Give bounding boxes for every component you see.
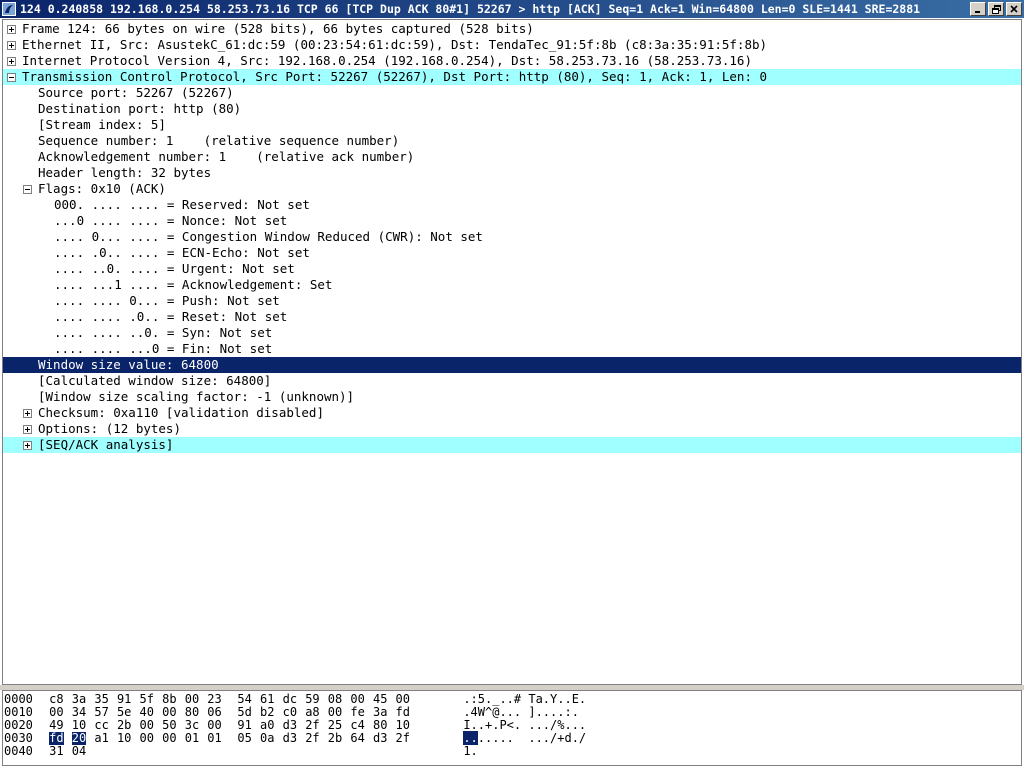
- tree-row[interactable]: Ethernet II, Src: AsustekC_61:dc:59 (00:…: [3, 37, 1021, 53]
- expand-plus-icon[interactable]: [7, 25, 16, 34]
- tree-row-label: .... .... ...0 = Fin: Not set: [54, 341, 273, 356]
- tree-row[interactable]: .... .... .0.. = Reset: Not set: [3, 309, 1021, 325]
- hex-ascii[interactable]: 1.: [463, 745, 477, 758]
- tree-row-label: Source port: 52267 (52267): [38, 85, 234, 100]
- hex-byte[interactable]: 31: [49, 745, 63, 758]
- tree-row-label: Transmission Control Protocol, Src Port:…: [22, 69, 768, 84]
- hex-byte[interactable]: 0a: [260, 732, 274, 745]
- tree-row-label: ...0 .... .... = Nonce: Not set: [54, 213, 288, 228]
- expand-plus-icon[interactable]: [23, 409, 32, 418]
- wireshark-fin-icon[interactable]: [2, 2, 16, 16]
- ascii-selection: ..: [463, 731, 478, 745]
- tree-row-label: .... .... .0.. = Reset: Not set: [54, 309, 288, 324]
- title-bar: 124 0.240858 192.168.0.254 58.253.73.16 …: [0, 0, 1024, 18]
- tree-row[interactable]: .... .0.. .... = ECN-Echo: Not set: [3, 245, 1021, 261]
- tree-row[interactable]: Source port: 52267 (52267): [3, 85, 1021, 101]
- tree-row-label: .... .... ..0. = Syn: Not set: [54, 325, 273, 340]
- close-icon[interactable]: [1006, 2, 1022, 16]
- tree-row[interactable]: .... .... ...0 = Fin: Not set: [3, 341, 1021, 357]
- expand-plus-icon[interactable]: [7, 57, 16, 66]
- tree-row[interactable]: Sequence number: 1 (relative sequence nu…: [3, 133, 1021, 149]
- hex-byte[interactable]: 00: [162, 732, 176, 745]
- hex-byte[interactable]: 01: [185, 732, 199, 745]
- tree-row[interactable]: Destination port: http (80): [3, 101, 1021, 117]
- tree-row[interactable]: Window size value: 64800: [3, 357, 1021, 373]
- tree-row[interactable]: [Window size scaling factor: -1 (unknown…: [3, 389, 1021, 405]
- hex-byte[interactable]: 2f: [396, 732, 410, 745]
- tree-row-label: Frame 124: 66 bytes on wire (528 bits), …: [22, 21, 534, 36]
- restore-icon[interactable]: [988, 2, 1004, 16]
- tree-row[interactable]: [Calculated window size: 64800]: [3, 373, 1021, 389]
- tree-row[interactable]: Options: (12 bytes): [3, 421, 1021, 437]
- hex-byte[interactable]: a1: [94, 732, 108, 745]
- tree-row-label: Window size value: 64800: [38, 357, 219, 372]
- tree-row-label: .... 0... .... = Congestion Window Reduc…: [54, 229, 483, 244]
- hex-byte[interactable]: 05: [237, 732, 251, 745]
- tree-row-label: [Calculated window size: 64800]: [38, 373, 272, 388]
- window-controls: [968, 2, 1022, 16]
- tree-row-label: Acknowledgement number: 1 (relative ack …: [38, 149, 415, 164]
- hex-byte[interactable]: 2b: [328, 732, 342, 745]
- hex-byte[interactable]: d3: [373, 732, 387, 745]
- packet-bytes-pane[interactable]: 0000 c8 3a 35 91 5f 8b 00 23 54 61 dc 59 08 00 45 00 .:5.…: [2, 690, 1022, 766]
- hex-byte[interactable]: 04: [72, 745, 86, 758]
- tree-row-label: .... ...1 .... = Acknowledgement: Set: [54, 277, 333, 292]
- tree-row-label: Internet Protocol Version 4, Src: 192.16…: [22, 53, 752, 68]
- expand-plus-icon[interactable]: [23, 441, 32, 450]
- hex-byte[interactable]: d3: [283, 732, 297, 745]
- hex-byte[interactable]: 01: [207, 732, 221, 745]
- tree-row[interactable]: Flags: 0x10 (ACK): [3, 181, 1021, 197]
- packet-details-tree[interactable]: Frame 124: 66 bytes on wire (528 bits), …: [2, 19, 1022, 685]
- tree-row-label: Destination port: http (80): [38, 101, 242, 116]
- hex-byte[interactable]: 64: [350, 732, 364, 745]
- collapse-minus-icon[interactable]: [23, 185, 32, 194]
- tree-row-label: [Window size scaling factor: -1 (unknown…: [38, 389, 355, 404]
- tree-row[interactable]: 000. .... .... = Reserved: Not set: [3, 197, 1021, 213]
- tree-row[interactable]: .... .... ..0. = Syn: Not set: [3, 325, 1021, 341]
- tree-row[interactable]: .... ..0. .... = Urgent: Not set: [3, 261, 1021, 277]
- tree-row-label: Options: (12 bytes): [38, 421, 181, 436]
- hex-byte[interactable]: 2f: [305, 732, 319, 745]
- hex-byte[interactable]: 00: [140, 732, 154, 745]
- tree-row[interactable]: Header length: 32 bytes: [3, 165, 1021, 181]
- tree-row[interactable]: ...0 .... .... = Nonce: Not set: [3, 213, 1021, 229]
- tree-row[interactable]: Acknowledgement number: 1 (relative ack …: [3, 149, 1021, 165]
- tree-row[interactable]: .... .... 0... = Push: Not set: [3, 293, 1021, 309]
- tree-row-label: [SEQ/ACK analysis]: [38, 437, 174, 452]
- tree-row-label: .... ..0. .... = Urgent: Not set: [54, 261, 295, 276]
- tree-row[interactable]: [Stream index: 5]: [3, 117, 1021, 133]
- tree-row[interactable]: Transmission Control Protocol, Src Port:…: [3, 69, 1021, 85]
- tree-row-label: .... .0.. .... = ECN-Echo: Not set: [54, 245, 310, 260]
- window-title: 124 0.240858 192.168.0.254 58.253.73.16 …: [20, 2, 921, 16]
- tree-row-label: .... .... 0... = Push: Not set: [54, 293, 280, 308]
- tree-row-label: Header length: 32 bytes: [38, 165, 212, 180]
- minimize-icon[interactable]: [970, 2, 986, 16]
- hex-byte[interactable]: 10: [117, 732, 131, 745]
- hex-offset: 0040: [4, 744, 33, 758]
- tree-row[interactable]: .... 0... .... = Congestion Window Reduc…: [3, 229, 1021, 245]
- tree-row[interactable]: Frame 124: 66 bytes on wire (528 bits), …: [3, 21, 1021, 37]
- tree-row-label: Sequence number: 1 (relative sequence nu…: [38, 133, 400, 148]
- tree-row[interactable]: Checksum: 0xa110 [validation disabled]: [3, 405, 1021, 421]
- collapse-minus-icon[interactable]: [7, 73, 16, 82]
- tree-row[interactable]: [SEQ/ACK analysis]: [3, 437, 1021, 453]
- tree-row-label: [Stream index: 5]: [38, 117, 166, 132]
- expand-plus-icon[interactable]: [23, 425, 32, 434]
- tree-row[interactable]: .... ...1 .... = Acknowledgement: Set: [3, 277, 1021, 293]
- tree-row-label: 000. .... .... = Reserved: Not set: [54, 197, 310, 212]
- tree-row-label: Flags: 0x10 (ACK): [38, 181, 166, 196]
- tree-row-label: Ethernet II, Src: AsustekC_61:dc:59 (00:…: [22, 37, 768, 52]
- hex-ascii[interactable]: ....... .../+d./: [463, 731, 586, 745]
- tree-row[interactable]: Internet Protocol Version 4, Src: 192.16…: [3, 53, 1021, 69]
- tree-row-label: Checksum: 0xa110 [validation disabled]: [38, 405, 324, 420]
- expand-plus-icon[interactable]: [7, 41, 16, 50]
